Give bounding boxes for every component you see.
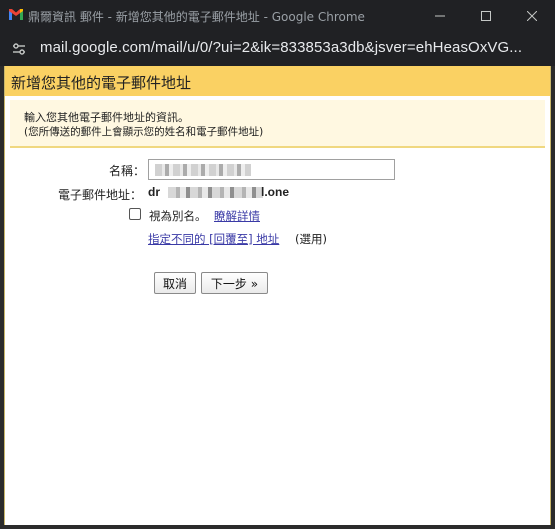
title-bar: 鼎爾資訊 郵件 - 新增您其他的電子郵件地址 - Google Chrome (0, 0, 555, 32)
learn-more-link[interactable]: 瞭解詳情 (214, 208, 260, 224)
description-text: 輸入您其他電子郵件地址的資訊。 (24, 111, 189, 124)
alias-checkbox[interactable] (129, 208, 141, 220)
dialog-content: 新增您其他的電子郵件地址 輸入您其他電子郵件地址的資訊。 (您所傳送的郵件上會顯… (4, 66, 551, 525)
maximize-icon (481, 11, 491, 21)
maximize-button[interactable] (463, 0, 509, 32)
dialog-header: 新增您其他的電子郵件地址 (5, 66, 550, 96)
gmail-icon (9, 9, 23, 20)
optional-label: (選用) (295, 232, 327, 246)
reply-to-link[interactable]: 指定不同的 [回覆至] 地址 (148, 231, 279, 247)
minimize-button[interactable] (417, 0, 463, 32)
email-prefix: dr (148, 185, 160, 199)
email-label: 電子郵件地址： (58, 188, 143, 202)
name-input[interactable] (148, 159, 395, 180)
cancel-button[interactable]: 取消 (154, 272, 196, 294)
address-bar: mail.google.com/mail/u/0/?ui=2&ik=833853… (0, 32, 555, 66)
minimize-icon (435, 15, 445, 17)
url-text[interactable]: mail.google.com/mail/u/0/?ui=2&ik=833853… (40, 39, 522, 56)
close-button[interactable] (509, 0, 555, 32)
email-suffix: l.one (261, 185, 290, 199)
redacted-name-value (155, 164, 251, 176)
site-info-button[interactable] (8, 39, 30, 59)
name-label: 名稱： (109, 164, 146, 178)
tune-icon (13, 43, 25, 55)
alias-label: 視為別名。 (149, 209, 207, 223)
next-step-button[interactable]: 下一步 » (201, 272, 268, 294)
close-icon (527, 11, 537, 21)
redacted-email-value (168, 187, 263, 198)
description-note: (您所傳送的郵件上會顯示您的姓名和電子郵件地址) (24, 126, 264, 138)
email-value: dr l.one (148, 184, 290, 200)
chrome-popup-window: 鼎爾資訊 郵件 - 新增您其他的電子郵件地址 - Google Chrome m… (0, 0, 555, 529)
window-title: 鼎爾資訊 郵件 - 新增您其他的電子郵件地址 - Google Chrome (28, 10, 365, 24)
description-panel: 輸入您其他電子郵件地址的資訊。 (您所傳送的郵件上會顯示您的姓名和電子郵件地址) (10, 100, 545, 148)
dialog-title: 新增您其他的電子郵件地址 (11, 74, 192, 92)
